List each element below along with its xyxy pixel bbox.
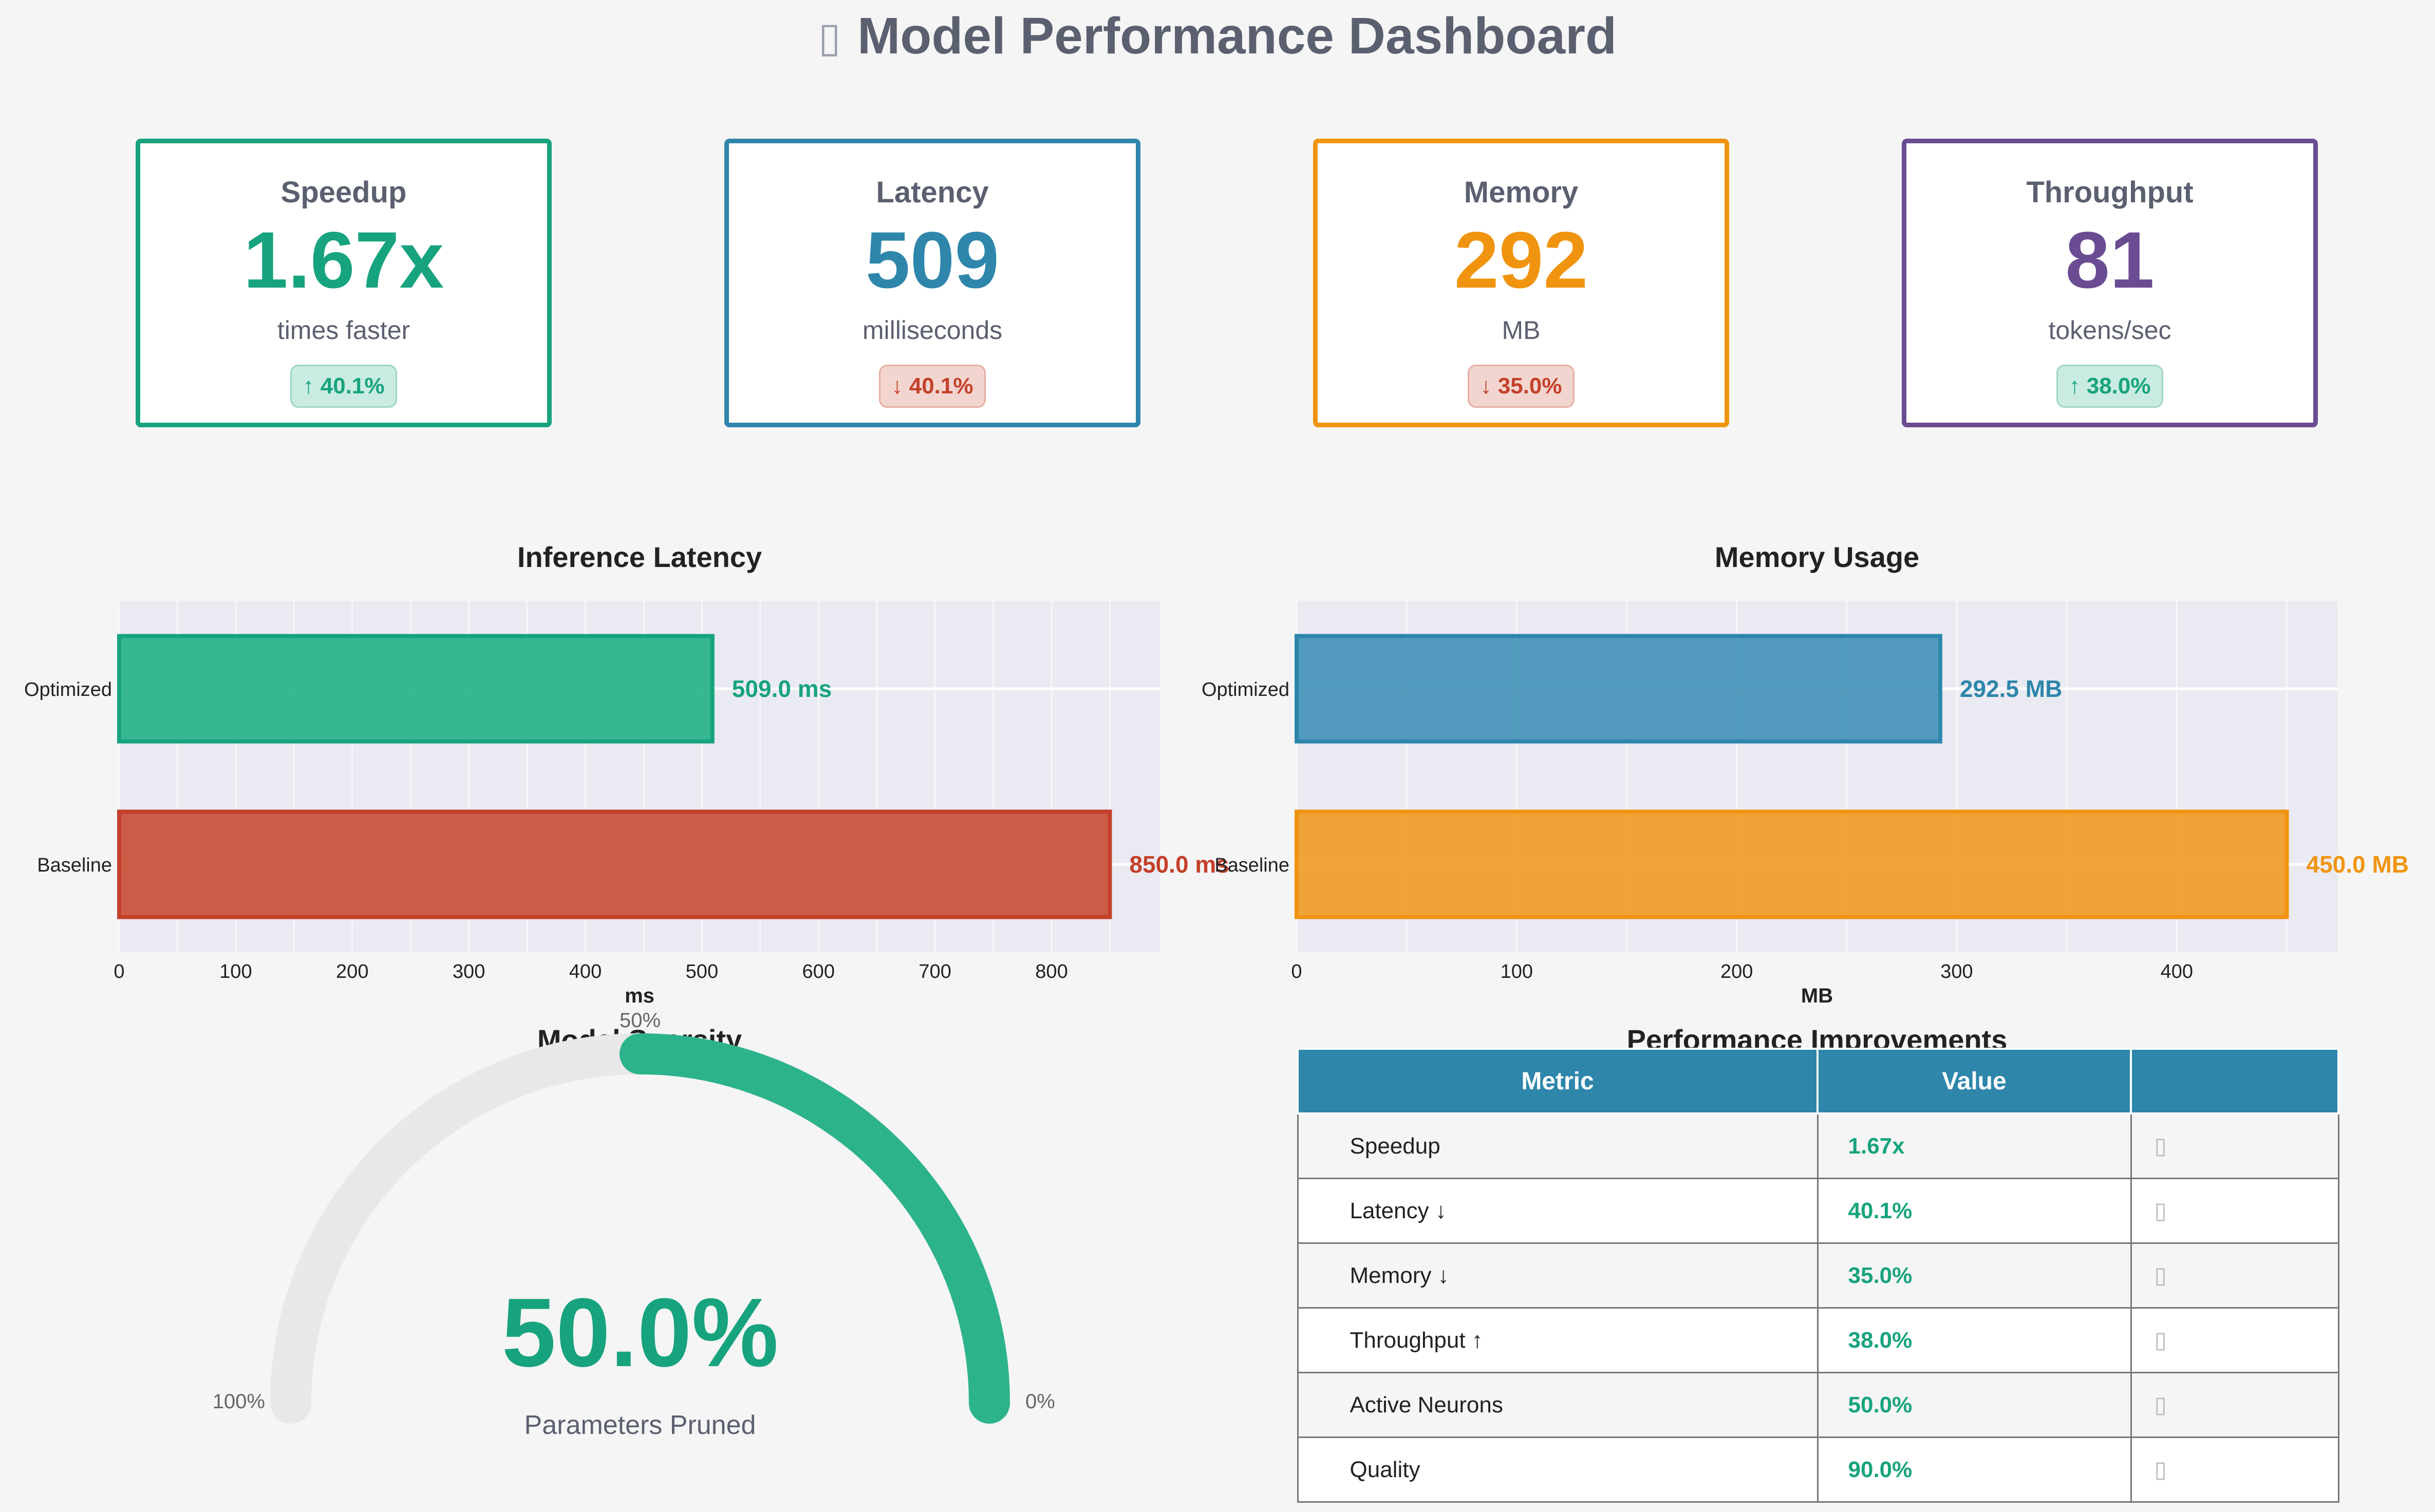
metric-cell: Memory ↓ bbox=[1297, 1242, 1819, 1309]
column-header-value: Value bbox=[1816, 1048, 2132, 1114]
table-row: Active Neurons 50.0% ▯ bbox=[1297, 1372, 2339, 1438]
gauge-tick-label: 50% bbox=[620, 1009, 661, 1032]
gauge-value: 50.0% bbox=[502, 1278, 779, 1387]
status-icon: ▯ bbox=[2130, 1112, 2339, 1179]
value-cell: 50.0% bbox=[1816, 1372, 2132, 1438]
table-header-row: Metric Value bbox=[1297, 1048, 2339, 1114]
table-row: Quality 90.0% ▯ bbox=[1297, 1437, 2339, 1503]
value-cell: 90.0% bbox=[1816, 1437, 2132, 1503]
status-icon: ▯ bbox=[2130, 1372, 2339, 1438]
value-cell: 1.67x bbox=[1816, 1112, 2132, 1179]
status-icon: ▯ bbox=[2130, 1307, 2339, 1373]
value-cell: 35.0% bbox=[1816, 1242, 2132, 1309]
gauge-caption: Parameters Pruned bbox=[525, 1410, 756, 1440]
value-cell: 40.1% bbox=[1816, 1178, 2132, 1244]
status-icon: ▯ bbox=[2130, 1178, 2339, 1244]
metric-cell: Throughput ↑ bbox=[1297, 1307, 1819, 1373]
performance-table: Metric Value Speedup 1.67x ▯ Latency ↓ 4… bbox=[1297, 1048, 2339, 1503]
table-row: Speedup 1.67x ▯ bbox=[1297, 1112, 2339, 1179]
table-row: Memory ↓ 35.0% ▯ bbox=[1297, 1242, 2339, 1309]
status-icon: ▯ bbox=[2130, 1242, 2339, 1309]
metric-cell: Latency ↓ bbox=[1297, 1178, 1819, 1244]
status-icon: ▯ bbox=[2130, 1437, 2339, 1503]
gauge-tick-label: 0% bbox=[1025, 1390, 1055, 1413]
table-row: Throughput ↑ 38.0% ▯ bbox=[1297, 1307, 2339, 1373]
value-cell: 38.0% bbox=[1816, 1307, 2132, 1373]
column-header-status bbox=[2130, 1048, 2339, 1114]
column-header-metric: Metric bbox=[1297, 1048, 1819, 1114]
gauge-tick-label: 100% bbox=[213, 1390, 265, 1413]
metric-cell: Active Neurons bbox=[1297, 1372, 1819, 1438]
table-row: Latency ↓ 40.1% ▯ bbox=[1297, 1178, 2339, 1244]
metric-cell: Quality bbox=[1297, 1437, 1819, 1503]
metric-cell: Speedup bbox=[1297, 1112, 1819, 1179]
